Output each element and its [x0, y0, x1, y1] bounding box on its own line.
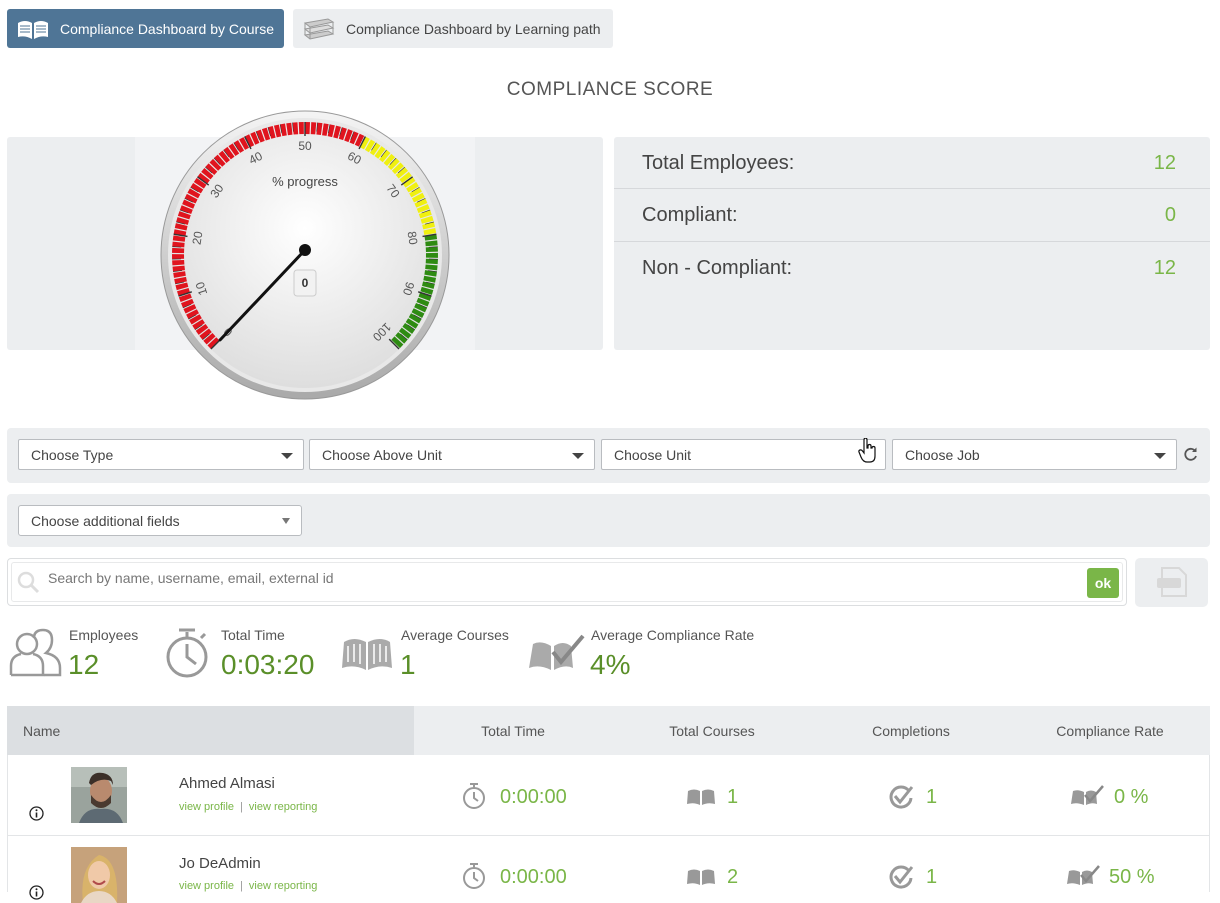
view-profile-link[interactable]: view profile: [179, 880, 234, 892]
select-value: Choose Unit: [614, 447, 691, 463]
stat-non-compliant: Non - Compliant: 12: [614, 242, 1210, 294]
stopwatch-icon: [461, 862, 487, 890]
stat-label: Total Employees:: [642, 152, 794, 175]
open-book-icon: [686, 786, 716, 806]
cell-total-time: 0:00:00: [500, 866, 567, 889]
gauge-band-segment: [305, 122, 310, 134]
completion-check-icon: [887, 783, 915, 811]
tab-compliance-by-course[interactable]: Compliance Dashboard by Course: [7, 9, 284, 48]
cell-total-time: 0:00:00: [500, 786, 567, 809]
stopwatch-icon: [165, 626, 211, 680]
compliance-stats-panel: Total Employees: 12 Compliant: 0 Non - C…: [614, 137, 1210, 350]
kpi-employees-label: Employees: [69, 627, 138, 643]
info-icon[interactable]: [29, 885, 44, 900]
page-title: COMPLIANCE SCORE: [0, 79, 1220, 101]
open-book-icon: [340, 632, 394, 672]
type-select[interactable]: Choose Type: [18, 439, 304, 470]
cell-completions: 1: [926, 786, 937, 809]
search-box: [7, 558, 1127, 606]
stat-value: 12: [1154, 152, 1176, 175]
above-unit-select[interactable]: Choose Above Unit: [309, 439, 595, 470]
book-check-icon: [527, 632, 585, 672]
gauge-band-segment: [172, 254, 184, 259]
unit-select[interactable]: Choose Unit: [601, 439, 886, 470]
tab-label: Compliance Dashboard by Learning path: [346, 21, 601, 37]
user-name: Jo DeAdmin: [179, 855, 261, 872]
job-select[interactable]: Choose Job: [892, 439, 1177, 470]
kpi-time-value: 0:03:20: [221, 649, 314, 681]
gauge-band-segment: [172, 260, 184, 265]
gauge-band-segment: [426, 253, 438, 258]
chevron-down-icon: [1154, 453, 1166, 459]
column-header-completions[interactable]: Completions: [812, 706, 1010, 755]
gauge-value: 0: [302, 276, 309, 290]
chevron-down-icon: [281, 453, 293, 459]
chevron-down-icon: [572, 453, 584, 459]
column-header-total-courses[interactable]: Total Courses: [612, 706, 812, 755]
gauge-tick-label: 50: [298, 139, 312, 153]
open-book-icon: [16, 17, 50, 41]
export-button[interactable]: [1135, 558, 1208, 607]
gauge-tick-label: 80: [405, 230, 421, 246]
view-profile-link[interactable]: view profile: [179, 801, 234, 813]
stat-compliant: Compliant: 0: [614, 189, 1210, 241]
export-file-icon: [1155, 566, 1189, 598]
gauge-band-segment: [426, 247, 438, 252]
cell-total-courses: 1: [727, 786, 738, 809]
view-reporting-link[interactable]: view reporting: [249, 880, 317, 892]
cell-total-courses: 2: [727, 866, 738, 889]
kpi-time-label: Total Time: [221, 627, 285, 643]
book-check-icon: [1066, 864, 1100, 886]
stat-label: Compliant:: [642, 204, 738, 227]
column-header-name[interactable]: Name: [23, 706, 60, 755]
select-value: Choose Job: [905, 447, 980, 463]
select-value: Choose Type: [31, 447, 113, 463]
cell-compliance-rate: 50 %: [1109, 866, 1155, 889]
cell-completions: 1: [926, 866, 937, 889]
stopwatch-icon: [461, 782, 487, 810]
search-ok-button[interactable]: ok: [1087, 568, 1119, 598]
tab-compliance-by-learning-path[interactable]: Compliance Dashboard by Learning path: [293, 9, 613, 48]
info-icon[interactable]: [29, 806, 44, 821]
book-stack-icon: [302, 15, 336, 43]
refresh-icon[interactable]: [1183, 446, 1198, 462]
user-name: Ahmed Almasi: [179, 775, 275, 792]
kpi-courses-value: 1: [400, 649, 416, 681]
chevron-down-icon: [282, 518, 290, 524]
stat-value: 0: [1165, 204, 1176, 227]
gauge-band-segment: [172, 248, 184, 253]
compliance-gauge: 0102030405060708090100 % progress 0: [155, 105, 455, 405]
kpi-courses-label: Average Courses: [401, 627, 509, 643]
column-header-total-time[interactable]: Total Time: [414, 706, 612, 755]
kpi-rate-value: 4%: [590, 649, 630, 681]
avatar: [71, 767, 127, 823]
completion-check-icon: [887, 863, 915, 891]
gauge-band-segment: [299, 122, 304, 134]
kpi-rate-label: Average Compliance Rate: [591, 627, 754, 643]
avatar: [71, 847, 127, 903]
divider: [7, 835, 1210, 836]
search-icon: [16, 570, 40, 594]
gauge-label: % progress: [272, 174, 338, 189]
employees-icon: [8, 628, 62, 678]
stat-label: Non - Compliant:: [642, 257, 792, 280]
search-input[interactable]: [46, 569, 950, 587]
kpi-employees-value: 12: [68, 649, 99, 681]
stat-value: 12: [1154, 257, 1176, 280]
column-header-compliance-rate[interactable]: Compliance Rate: [1010, 706, 1210, 755]
open-book-icon: [686, 866, 716, 886]
select-value: Choose additional fields: [31, 513, 180, 529]
select-value: Choose Above Unit: [322, 447, 442, 463]
additional-fields-select[interactable]: Choose additional fields: [18, 505, 302, 536]
stat-total-employees: Total Employees: 12: [614, 137, 1210, 189]
gauge-band-segment: [426, 259, 438, 264]
view-reporting-link[interactable]: view reporting: [249, 801, 317, 813]
cell-compliance-rate: 0 %: [1114, 786, 1148, 809]
tab-label: Compliance Dashboard by Course: [60, 21, 274, 37]
gauge-tick-label: 20: [190, 230, 206, 246]
hand-cursor-icon: [858, 438, 878, 464]
book-check-icon: [1070, 784, 1104, 806]
